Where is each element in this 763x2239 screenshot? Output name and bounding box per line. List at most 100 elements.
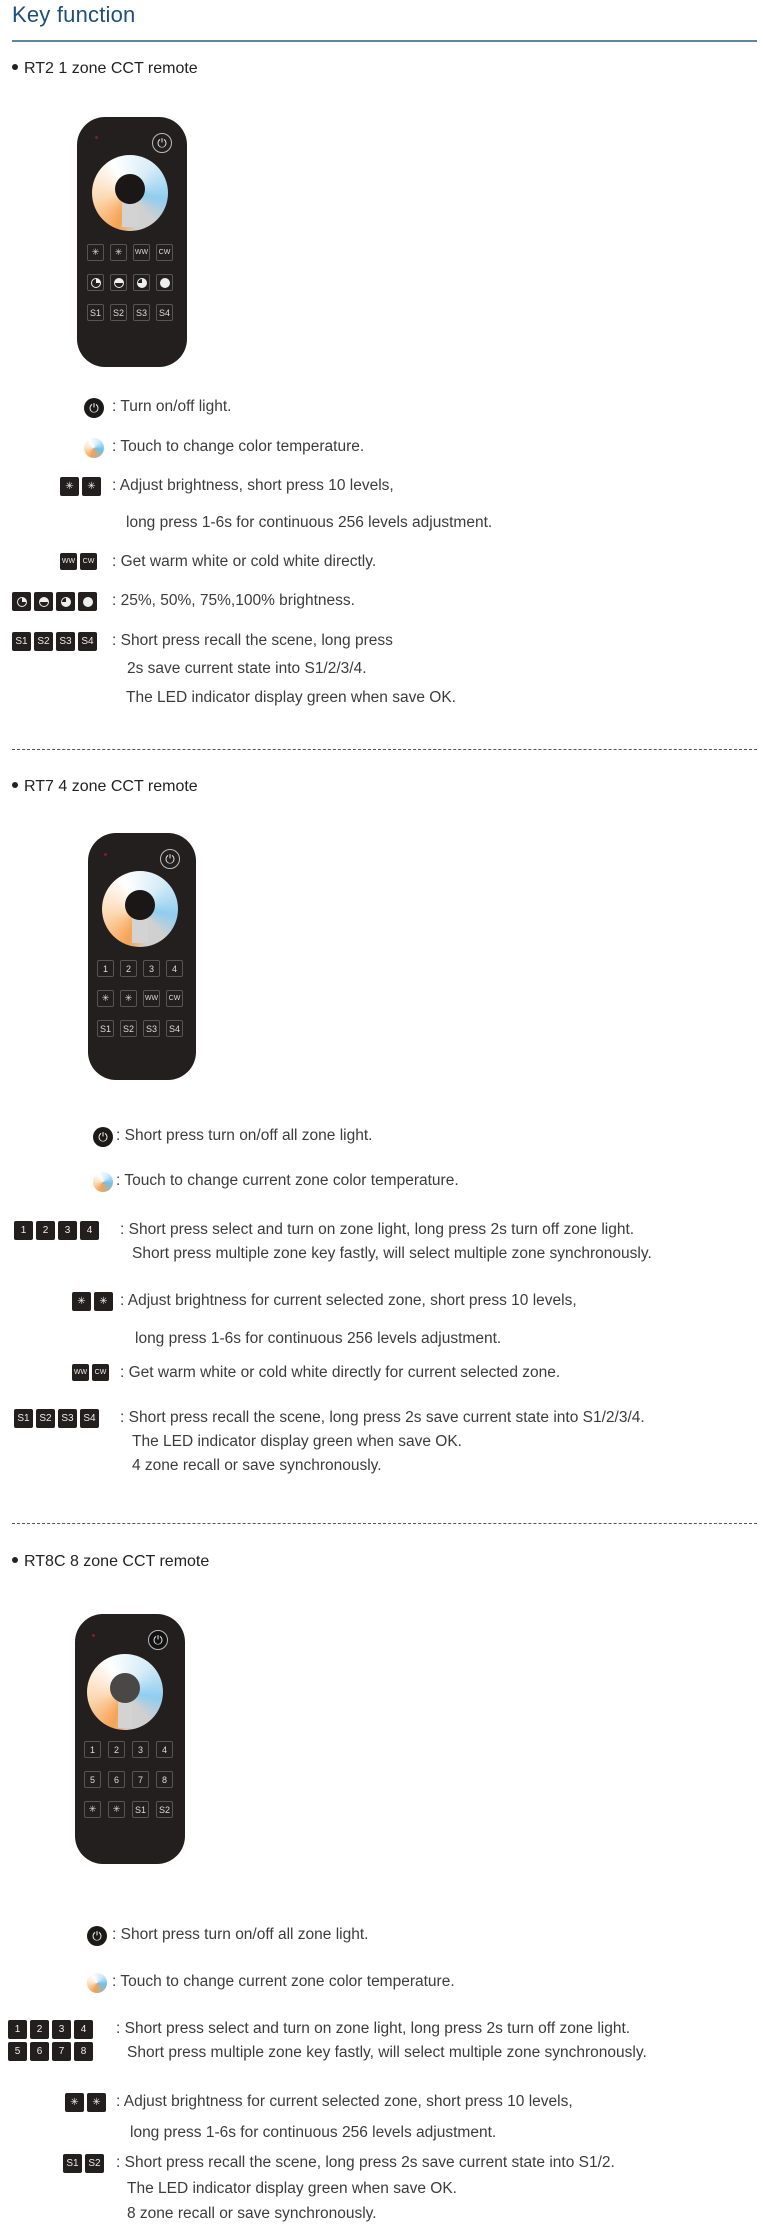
zone-1-key-icon: 1 [14, 1221, 33, 1240]
desc-item: S1 S2 [63, 2154, 107, 2173]
desc-text: long press 1-6s for continuous 256 level… [135, 1330, 502, 1347]
led-indicator [104, 853, 107, 856]
remote-key: ✳ [97, 990, 114, 1007]
scene-s4-icon: S4 [78, 632, 97, 651]
desc-item [93, 1172, 113, 1192]
brightness-up-icon: ✳ [82, 477, 101, 496]
remote-key: 1 [84, 1741, 101, 1758]
desc-text: : Touch to change current zone color tem… [116, 1172, 459, 1189]
power-icon: ⏻ [160, 849, 180, 869]
remote-image-rt8c: ⏻ 1 2 3 4 5 6 7 8 ✳ ✳ S1 S2 [75, 1614, 185, 1864]
scene-s2-icon: S2 [34, 632, 53, 651]
color-wheel-icon [93, 1172, 113, 1192]
section-heading-text: RT8C 8 zone CCT remote [24, 1553, 210, 1570]
brightness-down-icon: ✳ [72, 1292, 91, 1311]
ww-icon: WW [60, 553, 77, 571]
remote-key: 3 [132, 1741, 149, 1758]
wheel-hub [110, 1673, 140, 1703]
desc-text: : Get warm white or cold white directly. [112, 553, 377, 570]
remote-image-rt7: ⏻ 1 2 3 4 ✳ ✳ WW CW S1 S2 S3 S4 [88, 833, 196, 1080]
color-wheel-icon [102, 871, 178, 947]
scene-s4-icon: S4 [80, 1409, 99, 1428]
desc-item: ⏻ [93, 1127, 113, 1147]
zone-6-key-icon: 6 [30, 2042, 49, 2061]
zone-5-key-icon: 5 [8, 2042, 27, 2061]
remote-key: CW [156, 244, 173, 261]
brightness-down-icon: ✳ [65, 2093, 84, 2112]
power-icon: ⏻ [152, 133, 172, 153]
brightness-up-icon: ✳ [87, 2093, 106, 2112]
desc-text: : Get warm white or cold white directly … [120, 1364, 561, 1381]
desc-text: : Short press recall the scene, long pre… [120, 1409, 645, 1426]
power-icon: ⏻ [93, 1127, 113, 1147]
desc-text: : Touch to change color temperature. [112, 438, 365, 455]
remote-key: 4 [166, 960, 183, 977]
power-icon: ⏻ [87, 1926, 107, 1946]
zone-2-key-icon: 2 [36, 1221, 55, 1240]
remote-key: 5 [84, 1771, 101, 1788]
cw-icon: CW [92, 1364, 109, 1382]
remote-key: S1 [97, 1020, 114, 1037]
section-divider [12, 1523, 757, 1524]
desc-text: : Adjust brightness, short press 10 leve… [112, 477, 394, 494]
zone-1-key-icon: 1 [8, 2020, 27, 2039]
desc-text: : 25%, 50%, 75%,100% brightness. [112, 592, 355, 609]
desc-text: : Short press recall the scene, long pre… [116, 2154, 615, 2171]
title-underline [12, 40, 757, 42]
desc-item: WW CW [60, 553, 100, 571]
scene-s1-icon: S1 [63, 2154, 82, 2173]
remote-key: 7 [132, 1771, 149, 1788]
color-wheel-icon [87, 1654, 163, 1730]
section-heading-text: RT2 1 zone CCT remote [24, 60, 198, 77]
desc-text: 2s save current state into S1/2/3/4. [127, 660, 367, 677]
desc-item [12, 592, 100, 611]
remote-key: CW [166, 990, 183, 1007]
brightness-100-icon [156, 274, 173, 291]
desc-text: : Turn on/off light. [112, 398, 232, 415]
zone-8-key-icon: 8 [74, 2042, 93, 2061]
remote-key: WW [133, 244, 150, 261]
remote-key: 2 [120, 960, 137, 977]
scene-s1-icon: S1 [12, 632, 31, 651]
zone-2-key-icon: 2 [30, 2020, 49, 2039]
scene-s3-icon: S3 [56, 632, 75, 651]
remote-key: S1 [87, 304, 104, 321]
color-wheel-icon [84, 438, 104, 458]
desc-text: 8 zone recall or save synchronously. [127, 2205, 377, 2222]
desc-text: Short press multiple zone key fastly, wi… [127, 2044, 647, 2061]
remote-key: S3 [133, 304, 150, 321]
remote-key: S1 [132, 1801, 149, 1818]
remote-key: ✳ [87, 244, 104, 261]
brightness-25-icon [12, 592, 31, 611]
remote-key: WW [143, 990, 160, 1007]
desc-text: : Adjust brightness for current selected… [120, 1292, 577, 1309]
brightness-25-icon [87, 274, 104, 291]
desc-item: ✳ ✳ [60, 477, 104, 496]
remote-key: 4 [156, 1741, 173, 1758]
remote-key: 8 [156, 1771, 173, 1788]
wheel-hub [115, 174, 145, 204]
bullet-icon [12, 1556, 18, 1563]
desc-item: S1 S2 S3 S4 [12, 632, 100, 651]
desc-text: The LED indicator display green when sav… [127, 2180, 457, 2197]
desc-item: S1 S2 S3 S4 [14, 1409, 102, 1428]
desc-text: : Short press select and turn on zone li… [116, 2020, 631, 2037]
desc-text: Short press multiple zone key fastly, wi… [132, 1245, 652, 1262]
zone-4-key-icon: 4 [80, 1221, 99, 1240]
desc-item: WW CW [72, 1364, 112, 1382]
desc-text: : Adjust brightness for current selected… [116, 2093, 573, 2110]
remote-key: ✳ [84, 1801, 101, 1818]
zone-3-key-icon: 3 [58, 1221, 77, 1240]
desc-item: 1234 [14, 1221, 102, 1240]
bullet-icon [12, 63, 18, 70]
zone-7-key-icon: 7 [52, 2042, 71, 2061]
brightness-75-icon [56, 592, 75, 611]
remote-key: 1 [97, 960, 114, 977]
desc-item [84, 438, 104, 458]
cw-icon: CW [80, 553, 97, 571]
section-heading-text: RT7 4 zone CCT remote [24, 778, 198, 795]
desc-item: ⏻ [84, 398, 104, 418]
desc-text: 4 zone recall or save synchronously. [132, 1457, 382, 1474]
desc-item: ✳ ✳ [72, 1292, 116, 1311]
remote-key: 3 [143, 960, 160, 977]
